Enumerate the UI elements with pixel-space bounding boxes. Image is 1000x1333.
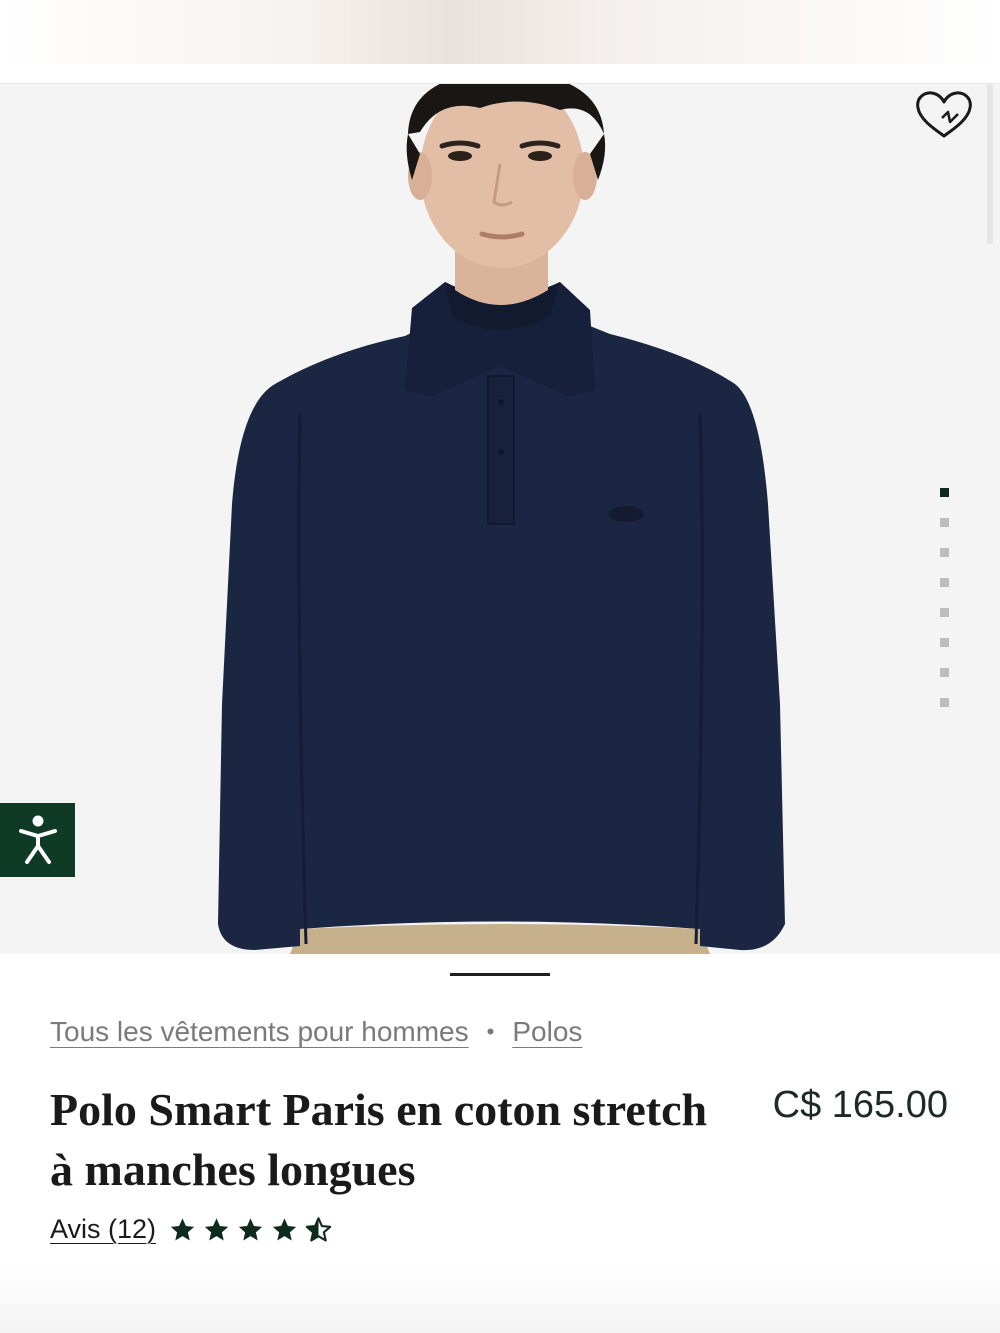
gallery-dot[interactable] bbox=[940, 518, 949, 527]
star-icon bbox=[238, 1217, 263, 1240]
product-price: C$ 165.00 bbox=[772, 1084, 948, 1126]
gallery-dot[interactable] bbox=[940, 548, 949, 557]
product-title: Polo Smart Paris en coton stretch à manc… bbox=[50, 1084, 708, 1195]
star-icon bbox=[204, 1217, 229, 1240]
header-divider bbox=[0, 64, 1000, 84]
gallery-dot[interactable] bbox=[940, 578, 949, 587]
product-image bbox=[218, 84, 785, 954]
half-star-icon bbox=[305, 1216, 332, 1242]
reviews-link[interactable]: Avis (12) bbox=[50, 1214, 156, 1245]
breadcrumb-separator: • bbox=[486, 1019, 495, 1044]
top-header-blur bbox=[0, 0, 1000, 64]
bottom-blur bbox=[0, 1268, 1000, 1333]
breadcrumb-link-mens-clothing[interactable]: Tous les vêtements pour hommes bbox=[50, 1016, 469, 1048]
gallery-dot[interactable] bbox=[940, 698, 949, 707]
product-image-gallery[interactable] bbox=[0, 84, 1000, 954]
scrollbar[interactable] bbox=[987, 84, 993, 244]
gallery-dot[interactable] bbox=[940, 668, 949, 677]
reviews-summary: Avis (12) bbox=[50, 1214, 338, 1245]
accessibility-button[interactable] bbox=[0, 803, 75, 877]
gallery-pagination bbox=[940, 488, 950, 728]
breadcrumb: Tous les vêtements pour hommes • Polos bbox=[50, 1016, 582, 1048]
gallery-progress-bar bbox=[450, 973, 550, 976]
star-rating bbox=[168, 1216, 338, 1244]
breadcrumb-link-polos[interactable]: Polos bbox=[512, 1016, 582, 1048]
star-icon bbox=[272, 1217, 297, 1240]
gallery-dot[interactable] bbox=[940, 638, 949, 647]
gallery-dot[interactable] bbox=[940, 608, 949, 617]
star-icon bbox=[170, 1217, 195, 1240]
gallery-dot[interactable] bbox=[940, 488, 949, 497]
accessibility-icon bbox=[18, 815, 57, 864]
wishlist-heart-icon[interactable] bbox=[914, 88, 974, 142]
